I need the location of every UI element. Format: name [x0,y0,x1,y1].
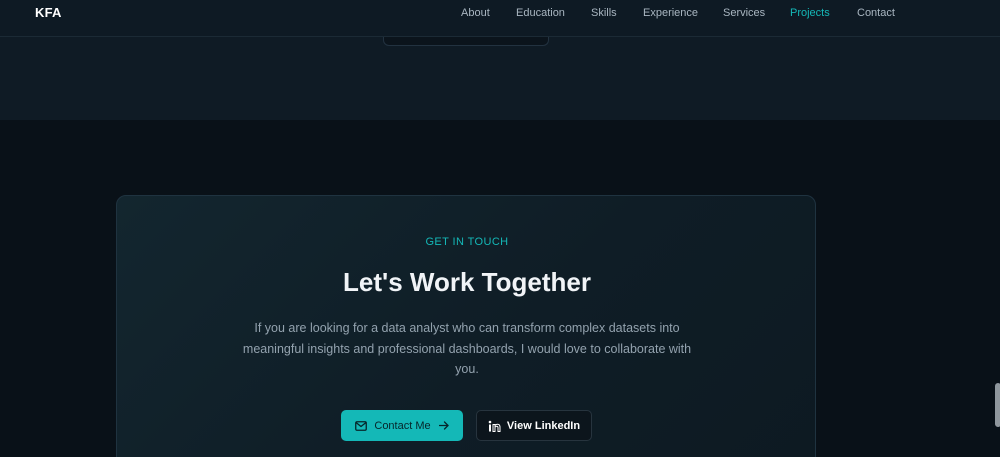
cta-description: If you are looking for a data analyst wh… [242,321,692,376]
top-navbar: KFA About Education Skills Experience Se… [0,0,1000,37]
cta-title: Let's Work Together [343,267,591,297]
nav-link-about[interactable]: About [461,7,490,19]
mail-icon [355,420,368,431]
cta-eyebrow: GET IN TOUCH [425,236,509,248]
nav-links: About Education Skills Experience Servic… [0,7,1000,21]
projects-section-bottom [0,37,1000,120]
nav-link-contact[interactable]: Contact [857,7,895,19]
view-linkedin-button[interactable]: View LinkedIn [476,410,592,441]
contact-me-label: Contact Me [374,419,431,432]
linkedin-icon [488,420,501,432]
view-linkedin-label: View LinkedIn [506,419,581,432]
contact-me-button[interactable]: Contact Me [341,410,463,441]
project-card-edge [383,37,549,46]
nav-link-skills[interactable]: Skills [591,7,617,19]
cta-card: GET IN TOUCH Let's Work Together If you … [116,195,816,457]
nav-link-education[interactable]: Education [516,7,565,19]
nav-link-projects[interactable]: Projects [790,7,830,19]
nav-link-services[interactable]: Services [723,7,765,19]
nav-link-experience[interactable]: Experience [643,7,698,19]
arrow-right-icon [438,421,449,430]
page-scrollbar-thumb[interactable] [995,383,1000,427]
portfolio-page: KFA About Education Skills Experience Se… [0,0,1000,457]
